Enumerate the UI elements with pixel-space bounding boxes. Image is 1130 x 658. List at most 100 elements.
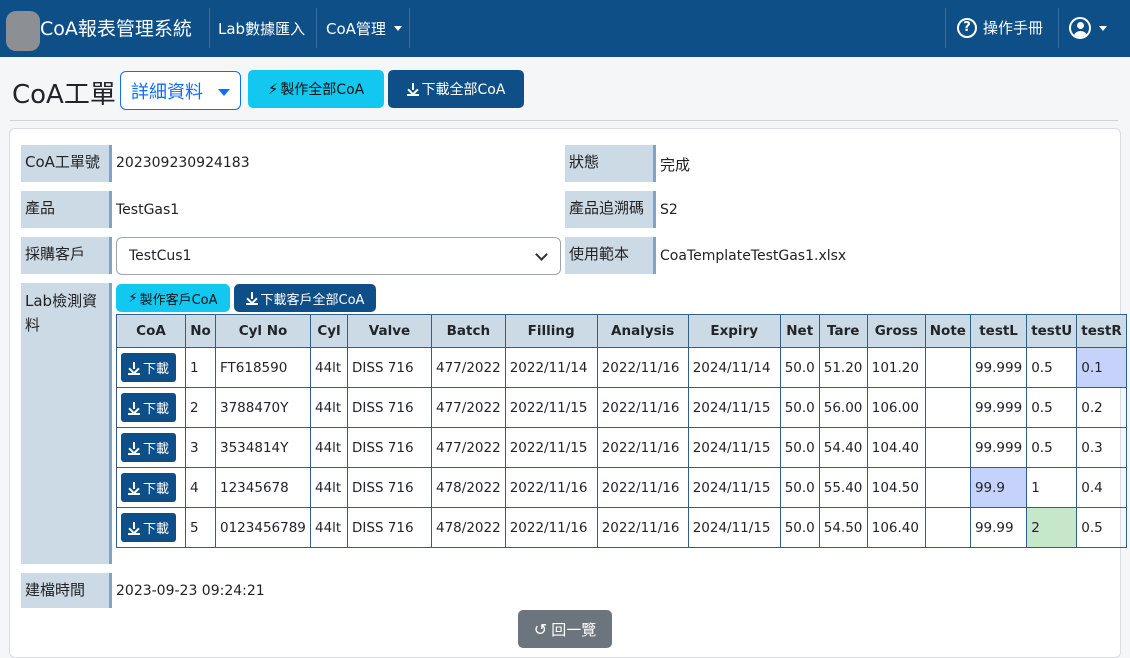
chevron-down-icon bbox=[1099, 25, 1107, 31]
table-cell: 2022/11/15 bbox=[504, 387, 598, 428]
download-customer-coa-label: 下載客戶全部CoA bbox=[260, 292, 365, 308]
make-customer-coa-button[interactable]: ⚡ 製作客戶CoA bbox=[116, 284, 230, 312]
table-cell: 477/2022 bbox=[431, 427, 506, 468]
download-customer-coa-button[interactable]: 下載客戶全部CoA bbox=[234, 284, 376, 312]
table-cell: 44lt bbox=[310, 467, 348, 508]
table-cell: 0.2 bbox=[1076, 387, 1127, 428]
table-cell: DISS 716 bbox=[347, 507, 432, 548]
table-row: 下載 2 3788470Y 44lt DISS 716 477/2022 2022/11/1… bbox=[116, 387, 1127, 428]
row-download-label: 下載 bbox=[142, 402, 169, 417]
product-value: TestGas1 bbox=[116, 202, 180, 218]
column-header: Valve bbox=[347, 314, 432, 348]
manual-label: 操作手冊 bbox=[983, 19, 1044, 37]
question-circle-icon: ? bbox=[957, 17, 977, 38]
user-menu-dropdown[interactable] bbox=[1069, 17, 1107, 39]
table-cell: 478/2022 bbox=[431, 507, 506, 548]
table-cell: 0.5 bbox=[1026, 347, 1078, 388]
column-header: Net bbox=[779, 314, 820, 348]
table-cell bbox=[924, 347, 971, 388]
coa-cell: 下載 bbox=[116, 507, 186, 548]
status-label: 狀態 bbox=[565, 145, 656, 182]
table-cell: 0.4 bbox=[1076, 467, 1127, 508]
customer-select-value: TestCus1 bbox=[129, 248, 192, 264]
download-all-coa-button[interactable]: 下載全部CoA bbox=[388, 70, 524, 108]
lightning-icon: ⚡ bbox=[267, 80, 279, 98]
table-cell: 44lt bbox=[310, 347, 348, 388]
nav-coa-manage-dropdown[interactable]: CoA管理 bbox=[326, 18, 402, 39]
row-download-button[interactable]: 下載 bbox=[121, 513, 176, 542]
customer-label: 採購客戶 bbox=[21, 237, 112, 274]
table-cell: 1 bbox=[1026, 467, 1078, 508]
row-download-button[interactable]: 下載 bbox=[121, 433, 176, 462]
table-cell: DISS 716 bbox=[347, 467, 432, 508]
table-cell: 0.5 bbox=[1026, 427, 1078, 468]
table-cell: 50.0 bbox=[779, 467, 820, 508]
customer-select[interactable]: TestCus1 bbox=[116, 237, 561, 275]
column-header: testR bbox=[1076, 314, 1127, 348]
make-all-coa-button[interactable]: ⚡ 製作全部CoA bbox=[248, 70, 384, 108]
detail-select[interactable]: 詳細資料 bbox=[120, 71, 241, 110]
chevron-down-icon bbox=[535, 248, 548, 261]
table-cell: 2024/11/15 bbox=[687, 507, 781, 548]
column-header: Filling bbox=[504, 314, 598, 348]
table-cell: 50.0 bbox=[779, 507, 820, 548]
coa-cell: 下載 bbox=[116, 387, 186, 428]
lab-data-label-line1: Lab檢測資 bbox=[25, 292, 98, 310]
table-cell: 50.0 bbox=[779, 387, 820, 428]
download-icon bbox=[127, 481, 140, 495]
make-all-coa-label: 製作全部CoA bbox=[280, 82, 365, 98]
row-download-label: 下載 bbox=[142, 522, 169, 537]
nav-divider bbox=[945, 8, 946, 48]
table-cell: 44lt bbox=[310, 427, 348, 468]
order-no-value: 202309230924183 bbox=[116, 155, 250, 171]
table-cell: 99.99 bbox=[969, 507, 1028, 548]
table-cell: 12345678 bbox=[215, 467, 311, 508]
table-cell: 44lt bbox=[310, 387, 348, 428]
table-cell bbox=[924, 467, 971, 508]
row-download-button[interactable]: 下載 bbox=[121, 473, 176, 502]
table-cell: DISS 716 bbox=[347, 347, 432, 388]
nav-divider bbox=[209, 8, 210, 48]
table-cell: 2022/11/16 bbox=[596, 507, 689, 548]
table-cell: 106.40 bbox=[866, 507, 926, 548]
table-cell: 2022/11/16 bbox=[596, 387, 689, 428]
table-cell: 3 bbox=[185, 427, 216, 468]
table-cell: 99.999 bbox=[969, 347, 1028, 388]
table-cell: 51.20 bbox=[818, 347, 868, 388]
column-header: testU bbox=[1026, 314, 1078, 348]
lab-data-label-line2: 料 bbox=[25, 316, 41, 334]
back-to-list-button[interactable]: ↺ 回一覽 bbox=[518, 610, 612, 648]
table-cell: 2024/11/14 bbox=[687, 347, 781, 388]
nav-divider bbox=[316, 8, 317, 48]
header-divider bbox=[10, 120, 1118, 121]
table-cell: 44lt bbox=[310, 507, 348, 548]
row-download-button[interactable]: 下載 bbox=[121, 353, 176, 382]
table-cell: 5 bbox=[185, 507, 216, 548]
user-circle-icon bbox=[1069, 17, 1091, 39]
table-cell: 50.0 bbox=[779, 347, 820, 388]
table-cell bbox=[924, 387, 971, 428]
table-cell: 99.999 bbox=[969, 427, 1028, 468]
manual-link[interactable]: ? 操作手冊 bbox=[957, 17, 1043, 38]
table-cell: 2024/11/15 bbox=[687, 387, 781, 428]
lightning-icon: ⚡ bbox=[128, 290, 138, 306]
row-download-button[interactable]: 下載 bbox=[121, 393, 176, 422]
table-cell: 2022/11/16 bbox=[504, 507, 598, 548]
table-cell: 55.40 bbox=[818, 467, 868, 508]
column-header: Note bbox=[924, 314, 971, 348]
trace-code-label: 產品追溯碼 bbox=[565, 191, 656, 228]
table-cell: 0.3 bbox=[1076, 427, 1127, 468]
nav-lab-import[interactable]: Lab數據匯入 bbox=[218, 18, 305, 39]
brand-title[interactable]: CoA報表管理系統 bbox=[40, 14, 192, 41]
table-row: 下載 5 0123456789 44lt DISS 716 478/2022 2022/11… bbox=[116, 507, 1127, 548]
download-icon bbox=[245, 292, 258, 305]
nav-divider bbox=[409, 8, 410, 48]
table-cell: 54.50 bbox=[818, 507, 868, 548]
table-body: 下載 1 FT618590 44lt DISS 716 477/2022 2022/11/1… bbox=[116, 347, 1127, 548]
table-cell: 477/2022 bbox=[431, 347, 506, 388]
table-cell: 106.00 bbox=[866, 387, 926, 428]
table-cell: DISS 716 bbox=[347, 427, 432, 468]
row-download-label: 下載 bbox=[142, 482, 169, 497]
column-header: Batch bbox=[431, 314, 506, 348]
table-cell: 2022/11/16 bbox=[596, 347, 689, 388]
